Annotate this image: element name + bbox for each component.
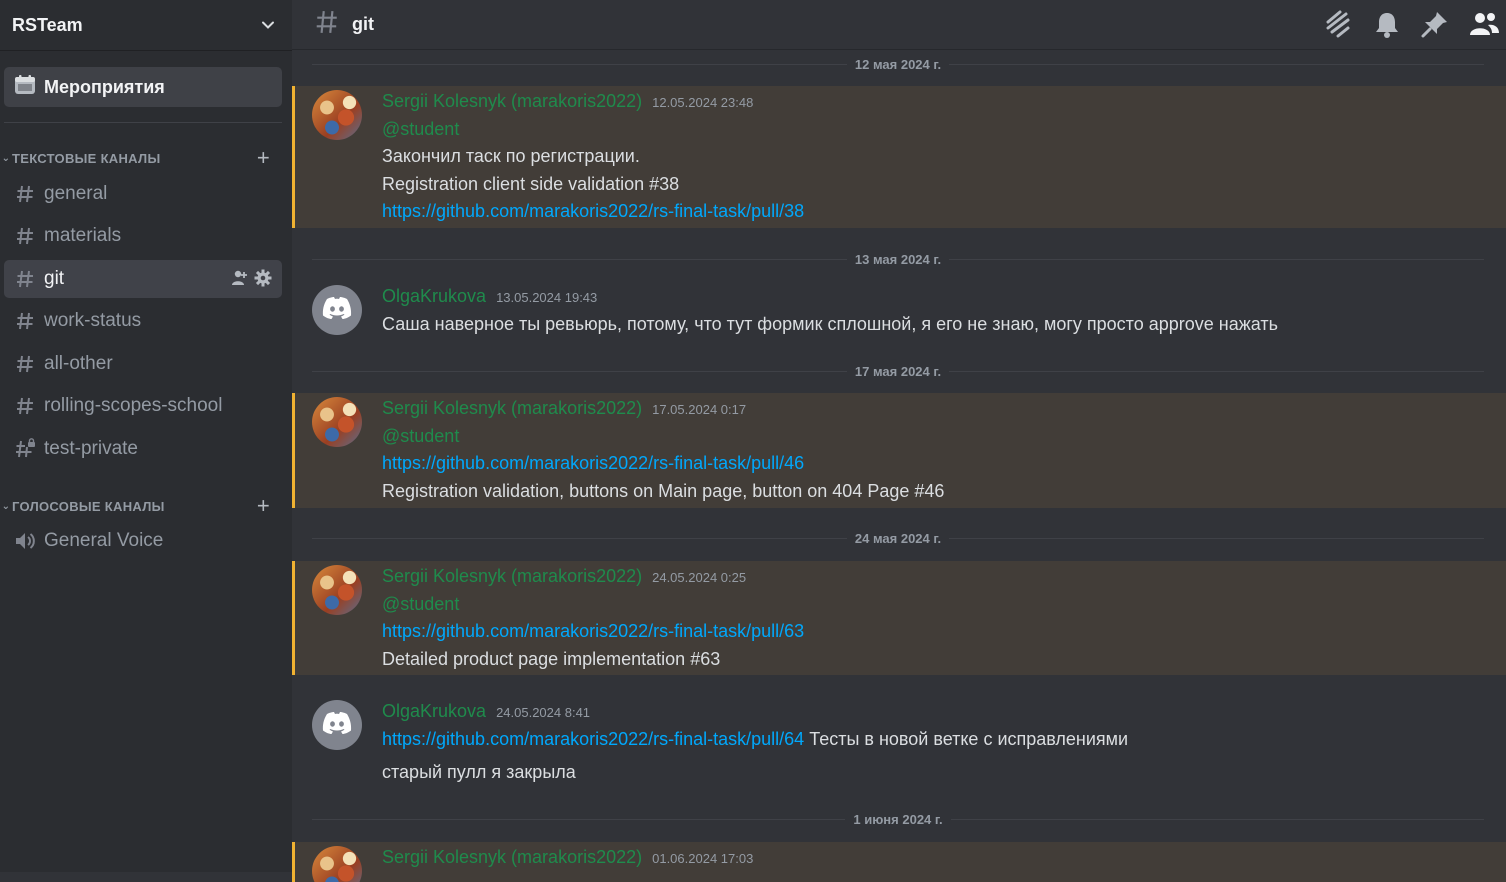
- hash-icon: [14, 353, 36, 375]
- message-text: Detailed product page implementation #63: [382, 648, 721, 669]
- message-text: Registration validation, buttons on Main…: [382, 480, 945, 501]
- category-text-channels[interactable]: ⌄ ТЕКСТОВЫЕ КАНАЛЫ +: [0, 146, 292, 170]
- discord-logo-icon: [322, 711, 352, 740]
- author-name[interactable]: OlgaKrukova: [382, 701, 486, 721]
- hash-icon: [14, 268, 36, 290]
- sidebar-item-git[interactable]: git: [4, 260, 282, 298]
- hash-icon: [14, 183, 36, 205]
- avatar[interactable]: [312, 397, 362, 447]
- message-link[interactable]: https://github.com/marakoris2022/rs-fina…: [382, 729, 804, 749]
- events-label: Мероприятия: [44, 76, 165, 97]
- channel-label: materials: [44, 225, 122, 246]
- sidebar-item-rolling-scopes-school[interactable]: rolling-scopes-school: [4, 387, 282, 425]
- discord-logo-icon: [322, 296, 352, 325]
- author-name[interactable]: Sergii Kolesnyk (marakoris2022): [382, 91, 642, 111]
- message-text: Закончил таск по регистрации.: [382, 146, 640, 166]
- sidebar-item-test-private[interactable]: test-private: [4, 430, 282, 468]
- chat-area: git 12 мая 2024 г. Sergii Kolesnyk (mara…: [292, 0, 1506, 882]
- message-list: 12 мая 2024 г. Sergii Kolesnyk (marakori…: [292, 51, 1506, 882]
- sidebar-item-materials[interactable]: materials: [4, 217, 282, 255]
- hash-icon: [314, 9, 340, 40]
- timestamp: 24.05.2024 0:25: [652, 570, 747, 585]
- avatar[interactable]: [312, 700, 362, 750]
- calendar-icon: [14, 74, 36, 101]
- channel-label: git: [44, 268, 65, 289]
- hash-icon: [14, 395, 36, 417]
- timestamp: 12.05.2024 23:48: [652, 95, 754, 110]
- timestamp: 13.05.2024 19:43: [496, 290, 598, 305]
- message[interactable]: Sergii Kolesnyk (marakoris2022) 12.05.202…: [292, 86, 1506, 228]
- hash-icon: [14, 225, 36, 247]
- gear-icon[interactable]: [254, 269, 272, 293]
- message[interactable]: Sergii Kolesnyk (marakoris2022) 24.05.202…: [292, 561, 1506, 675]
- message[interactable]: Sergii Kolesnyk (marakoris2022) 17.05.202…: [292, 393, 1506, 508]
- avatar[interactable]: [312, 90, 362, 140]
- server-name: RSTeam: [12, 14, 83, 35]
- author-name[interactable]: Sergii Kolesnyk (marakoris2022): [382, 566, 642, 586]
- avatar[interactable]: [312, 285, 362, 335]
- message[interactable]: OlgaKrukova 24.05.2024 8:41 https://githu…: [292, 696, 1506, 796]
- chevron-down-icon: ⌄: [1, 152, 11, 164]
- chevron-down-icon[interactable]: [260, 17, 276, 33]
- bell-icon[interactable]: [1372, 9, 1402, 44]
- sidebar-item-work-status[interactable]: work-status: [4, 302, 282, 340]
- sidebar-divider: [4, 122, 282, 123]
- channel-label: work-status: [44, 310, 142, 331]
- message-link[interactable]: https://github.com/marakoris2022/rs-fina…: [382, 453, 804, 473]
- channel-header: git: [292, 0, 1506, 50]
- pin-icon[interactable]: [1420, 9, 1450, 44]
- timestamp: 17.05.2024 0:17: [652, 402, 747, 417]
- avatar[interactable]: [312, 846, 362, 882]
- channel-label: rolling-scopes-school: [44, 395, 223, 416]
- hash-lock-icon: [14, 438, 36, 460]
- message-link[interactable]: https://github.com/marakoris2022/rs-fina…: [382, 201, 804, 221]
- hash-icon: [14, 310, 36, 332]
- chevron-down-icon: ⌄: [1, 500, 11, 512]
- plus-icon[interactable]: +: [257, 494, 270, 518]
- author-name[interactable]: OlgaKrukova: [382, 286, 486, 306]
- message[interactable]: OlgaKrukova 13.05.2024 19:43 Саша наверно…: [292, 281, 1506, 361]
- channel-label: General Voice: [44, 530, 164, 551]
- date-divider: 13 мая 2024 г.: [312, 248, 1485, 270]
- author-name[interactable]: Sergii Kolesnyk (marakoris2022): [382, 847, 642, 867]
- header-toolbar: [1322, 8, 1500, 45]
- category-label: ТЕКСТОВЫЕ КАНАЛЫ: [12, 150, 161, 166]
- sidebar-item-all-other[interactable]: all-other: [4, 345, 282, 383]
- channel-label: general: [44, 183, 108, 204]
- threads-icon[interactable]: [1322, 8, 1354, 45]
- add-member-icon[interactable]: [230, 269, 248, 293]
- role-mention[interactable]: @student: [382, 594, 459, 614]
- channel-label: all-other: [44, 353, 113, 374]
- date-divider: 24 мая 2024 г.: [312, 527, 1485, 549]
- role-mention[interactable]: @student: [382, 426, 459, 446]
- plus-icon[interactable]: +: [257, 146, 270, 170]
- message-link[interactable]: https://github.com/marakoris2022/rs-fina…: [382, 621, 804, 641]
- avatar[interactable]: [312, 565, 362, 615]
- role-mention[interactable]: @student: [382, 119, 459, 139]
- channel-label: test-private: [44, 438, 138, 459]
- sidebar-item-general[interactable]: general: [4, 175, 282, 213]
- author-name[interactable]: Sergii Kolesnyk (marakoris2022): [382, 398, 642, 418]
- message[interactable]: Sergii Kolesnyk (marakoris2022) 01.06.202…: [292, 842, 1506, 882]
- message-text: Registration client side validation #38: [382, 173, 680, 194]
- speaker-icon: [14, 530, 36, 552]
- date-divider: 17 мая 2024 г.: [312, 360, 1485, 382]
- channel-sidebar: RSTeam Мероприятия ⌄ ТЕКСТОВЫЕ КАНАЛЫ + …: [0, 0, 292, 872]
- date-divider: 1 июня 2024 г.: [312, 808, 1484, 830]
- events-item[interactable]: Мероприятия: [4, 67, 282, 107]
- timestamp: 24.05.2024 8:41: [496, 705, 591, 720]
- timestamp: 01.06.2024 17:03: [652, 851, 754, 866]
- message-text: старый пулл я закрыла: [382, 762, 576, 782]
- date-divider: 12 мая 2024 г.: [312, 53, 1485, 75]
- message-text: Тесты в новой ветке с исправлениями: [809, 728, 1129, 749]
- channel-title: git: [352, 14, 374, 34]
- sidebar-item-general-voice[interactable]: General Voice: [4, 522, 282, 560]
- category-label: ГОЛОСОВЫЕ КАНАЛЫ: [12, 498, 165, 514]
- category-voice-channels[interactable]: ⌄ ГОЛОСОВЫЕ КАНАЛЫ +: [0, 494, 292, 518]
- members-icon[interactable]: [1468, 9, 1500, 44]
- server-header[interactable]: RSTeam: [0, 0, 292, 50]
- message-text: Саша наверное ты ревьюрь, потому, что ту…: [382, 313, 1279, 334]
